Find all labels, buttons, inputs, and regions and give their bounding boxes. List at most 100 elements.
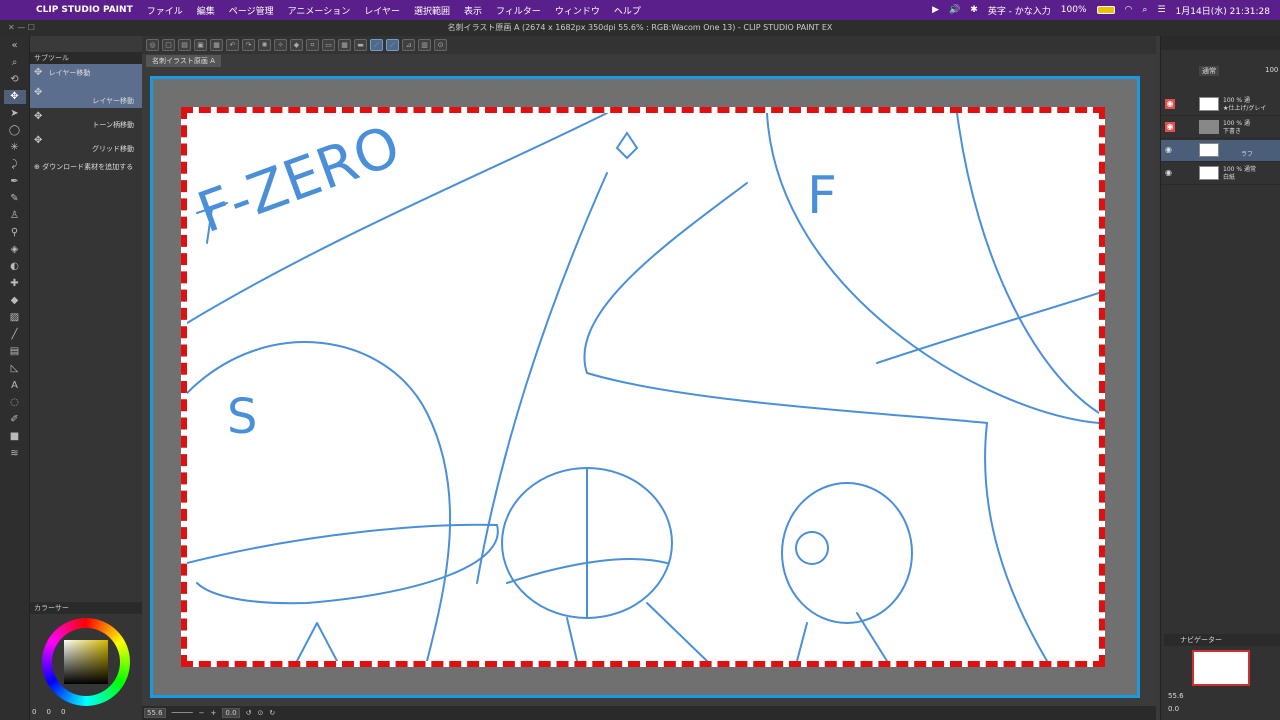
snap-grid-icon[interactable]: ▦	[338, 39, 351, 51]
clock[interactable]: 1月14日(水) 21:31:28	[1176, 4, 1270, 17]
snap-special-icon[interactable]: ⟋	[370, 39, 383, 51]
balloon-icon[interactable]: ◌	[4, 396, 26, 410]
text-tool-icon[interactable]: A	[4, 379, 26, 393]
correct-line-icon[interactable]: ✐	[4, 413, 26, 427]
zoom-field[interactable]: 55.6	[144, 708, 166, 718]
search-icon[interactable]: ⌕	[1142, 5, 1147, 15]
gradient-icon[interactable]: ▨	[4, 311, 26, 325]
airbrush-icon[interactable]: ⚲	[4, 226, 26, 240]
navigator-zoom[interactable]: 55.6	[1168, 692, 1184, 700]
new-file-icon[interactable]: ▢	[162, 39, 175, 51]
clear-icon[interactable]: ✧	[274, 39, 287, 51]
menu-window[interactable]: ウィンドウ	[555, 4, 600, 17]
menu-edit[interactable]: 編集	[197, 4, 215, 17]
redo-icon[interactable]: ↷	[242, 39, 255, 51]
fill-tool-icon[interactable]: ◆	[4, 294, 26, 308]
navigator-rotation[interactable]: 0.0	[1168, 705, 1179, 713]
collapse-icon[interactable]: «	[4, 39, 26, 53]
visibility-eye-icon[interactable]: ◉	[1165, 99, 1175, 109]
play-icon[interactable]: ▶	[932, 5, 939, 15]
menu-filter[interactable]: フィルター	[496, 4, 541, 17]
snap-line-icon[interactable]: ⟋	[386, 39, 399, 51]
save-icon[interactable]: ▣	[194, 39, 207, 51]
document-tab[interactable]: 名刺イラスト原画 A	[146, 55, 221, 67]
zoom-minus-icon[interactable]: −	[199, 709, 205, 717]
figure-icon[interactable]: ╱	[4, 328, 26, 342]
ruler-tool-icon[interactable]: ◺	[4, 362, 26, 376]
transparent-color-icon[interactable]: ≋	[4, 447, 26, 461]
grid-toggle-icon[interactable]: ▥	[418, 39, 431, 51]
menu-selection[interactable]: 選択範囲	[414, 4, 450, 17]
navigator-preview[interactable]	[1192, 650, 1250, 686]
opacity-value[interactable]: 100	[1265, 66, 1278, 74]
open-icon[interactable]: ▤	[178, 39, 191, 51]
main-color-icon[interactable]: ■	[4, 430, 26, 444]
visibility-eye-icon[interactable]: ◉	[1165, 168, 1175, 178]
brush-tool-icon[interactable]: ♙	[4, 209, 26, 223]
eyedropper-icon[interactable]: ⤸	[4, 158, 26, 172]
visibility-eye-icon[interactable]: ◉	[1165, 145, 1175, 155]
layer-row[interactable]: ◉ 100 % 通常 白紙	[1161, 163, 1280, 185]
menu-page[interactable]: ページ管理	[229, 4, 274, 17]
layer-text: 100 % 通下書き	[1223, 120, 1250, 136]
canvas-frame[interactable]: F-ZERO S F	[150, 76, 1140, 698]
window-controls[interactable]: ✕ — ☐	[8, 20, 35, 36]
visibility-eye-icon[interactable]: ◉	[1165, 122, 1175, 132]
rotate-right-icon[interactable]: ↻	[269, 709, 275, 717]
menu-view[interactable]: 表示	[464, 4, 482, 17]
pen-tool-icon[interactable]: ✒	[4, 175, 26, 189]
rotate-tool-icon[interactable]: ⟲	[4, 73, 26, 87]
rotation-field[interactable]: 0.0	[222, 708, 240, 718]
hue-ring[interactable]	[42, 618, 130, 706]
undo-icon[interactable]: ↶	[226, 39, 239, 51]
transform-icon[interactable]: ⌗	[306, 39, 319, 51]
subtool-item-grid-move[interactable]: ✥ グリッド移動	[30, 132, 142, 156]
snap-ruler-icon[interactable]: ▬	[354, 39, 367, 51]
reference-icon[interactable]: ⊙	[434, 39, 447, 51]
add-material-button[interactable]: ⊕ ダウンロード素材を追加する	[30, 162, 142, 172]
saturation-value-square[interactable]	[64, 640, 108, 684]
fill-icon[interactable]: ◆	[290, 39, 303, 51]
drawing-paper[interactable]: F-ZERO S F	[181, 107, 1105, 667]
operation-tool-icon[interactable]: ➤	[4, 107, 26, 121]
layer-row[interactable]: ◉ 100 % 通 ★仕上げ/グレイ	[1161, 94, 1280, 116]
zoom-plus-icon[interactable]: +	[211, 709, 217, 717]
layer-row-selected[interactable]: ◉ ラフ	[1161, 140, 1280, 162]
print-icon[interactable]: ▦	[210, 39, 223, 51]
busy-icon[interactable]: ✺	[258, 39, 271, 51]
layer-row[interactable]: ◉ 100 % 通下書き	[1161, 117, 1280, 139]
subtool-item-layer-move[interactable]: ✥ レイヤー移動	[30, 64, 142, 84]
menu-help[interactable]: ヘルプ	[614, 4, 641, 17]
blend-tool-icon[interactable]: ◐	[4, 260, 26, 274]
decoration-icon[interactable]: ✚	[4, 277, 26, 291]
frame-icon[interactable]: ▤	[4, 345, 26, 359]
subtool-panel: サブツール ✥ レイヤー移動 ✥ レイヤー移動 ✥ トーン柄移動 ✥ グリッド移…	[30, 52, 142, 602]
auto-select-icon[interactable]: ✳	[4, 141, 26, 155]
zoom-tool-icon[interactable]: ⌕	[4, 56, 26, 70]
rotate-left-icon[interactable]: ↺	[246, 709, 252, 717]
subtool-item-tone-move[interactable]: ✥ トーン柄移動	[30, 108, 142, 132]
menu-animation[interactable]: アニメーション	[288, 4, 351, 17]
lasso-tool-icon[interactable]: ◯	[4, 124, 26, 138]
clip-studio-icon[interactable]: ◎	[146, 39, 159, 51]
subtool-label: トーン柄移動	[92, 121, 134, 129]
battery-icon[interactable]	[1096, 6, 1115, 14]
app-name-menu[interactable]: CLIP STUDIO PAINT	[36, 5, 133, 15]
zoom-slider[interactable]: ─────	[172, 709, 193, 717]
blend-mode-select[interactable]: 通常	[1199, 66, 1219, 76]
eraser-icon[interactable]: ◈	[4, 243, 26, 257]
bluetooth-icon[interactable]: ✱	[970, 5, 978, 15]
control-center-icon[interactable]: ☰	[1157, 5, 1165, 15]
volume-icon[interactable]: 🔊	[949, 5, 960, 15]
ruler-icon[interactable]: ⊿	[402, 39, 415, 51]
input-mode[interactable]: 英字 - かな入力	[988, 4, 1051, 17]
layer-name: 白紙	[1223, 174, 1236, 181]
pencil-tool-icon[interactable]: ✎	[4, 192, 26, 206]
rotate-reset-icon[interactable]: ⊙	[257, 709, 263, 717]
wifi-icon[interactable]: ◠	[1125, 5, 1133, 15]
menu-file[interactable]: ファイル	[147, 4, 183, 17]
snap-off-icon[interactable]: ▭	[322, 39, 335, 51]
menu-layer[interactable]: レイヤー	[364, 4, 400, 17]
move-tool-icon[interactable]: ✥	[3, 90, 26, 104]
subtool-item-layer-move-2[interactable]: ✥ レイヤー移動	[30, 84, 142, 108]
